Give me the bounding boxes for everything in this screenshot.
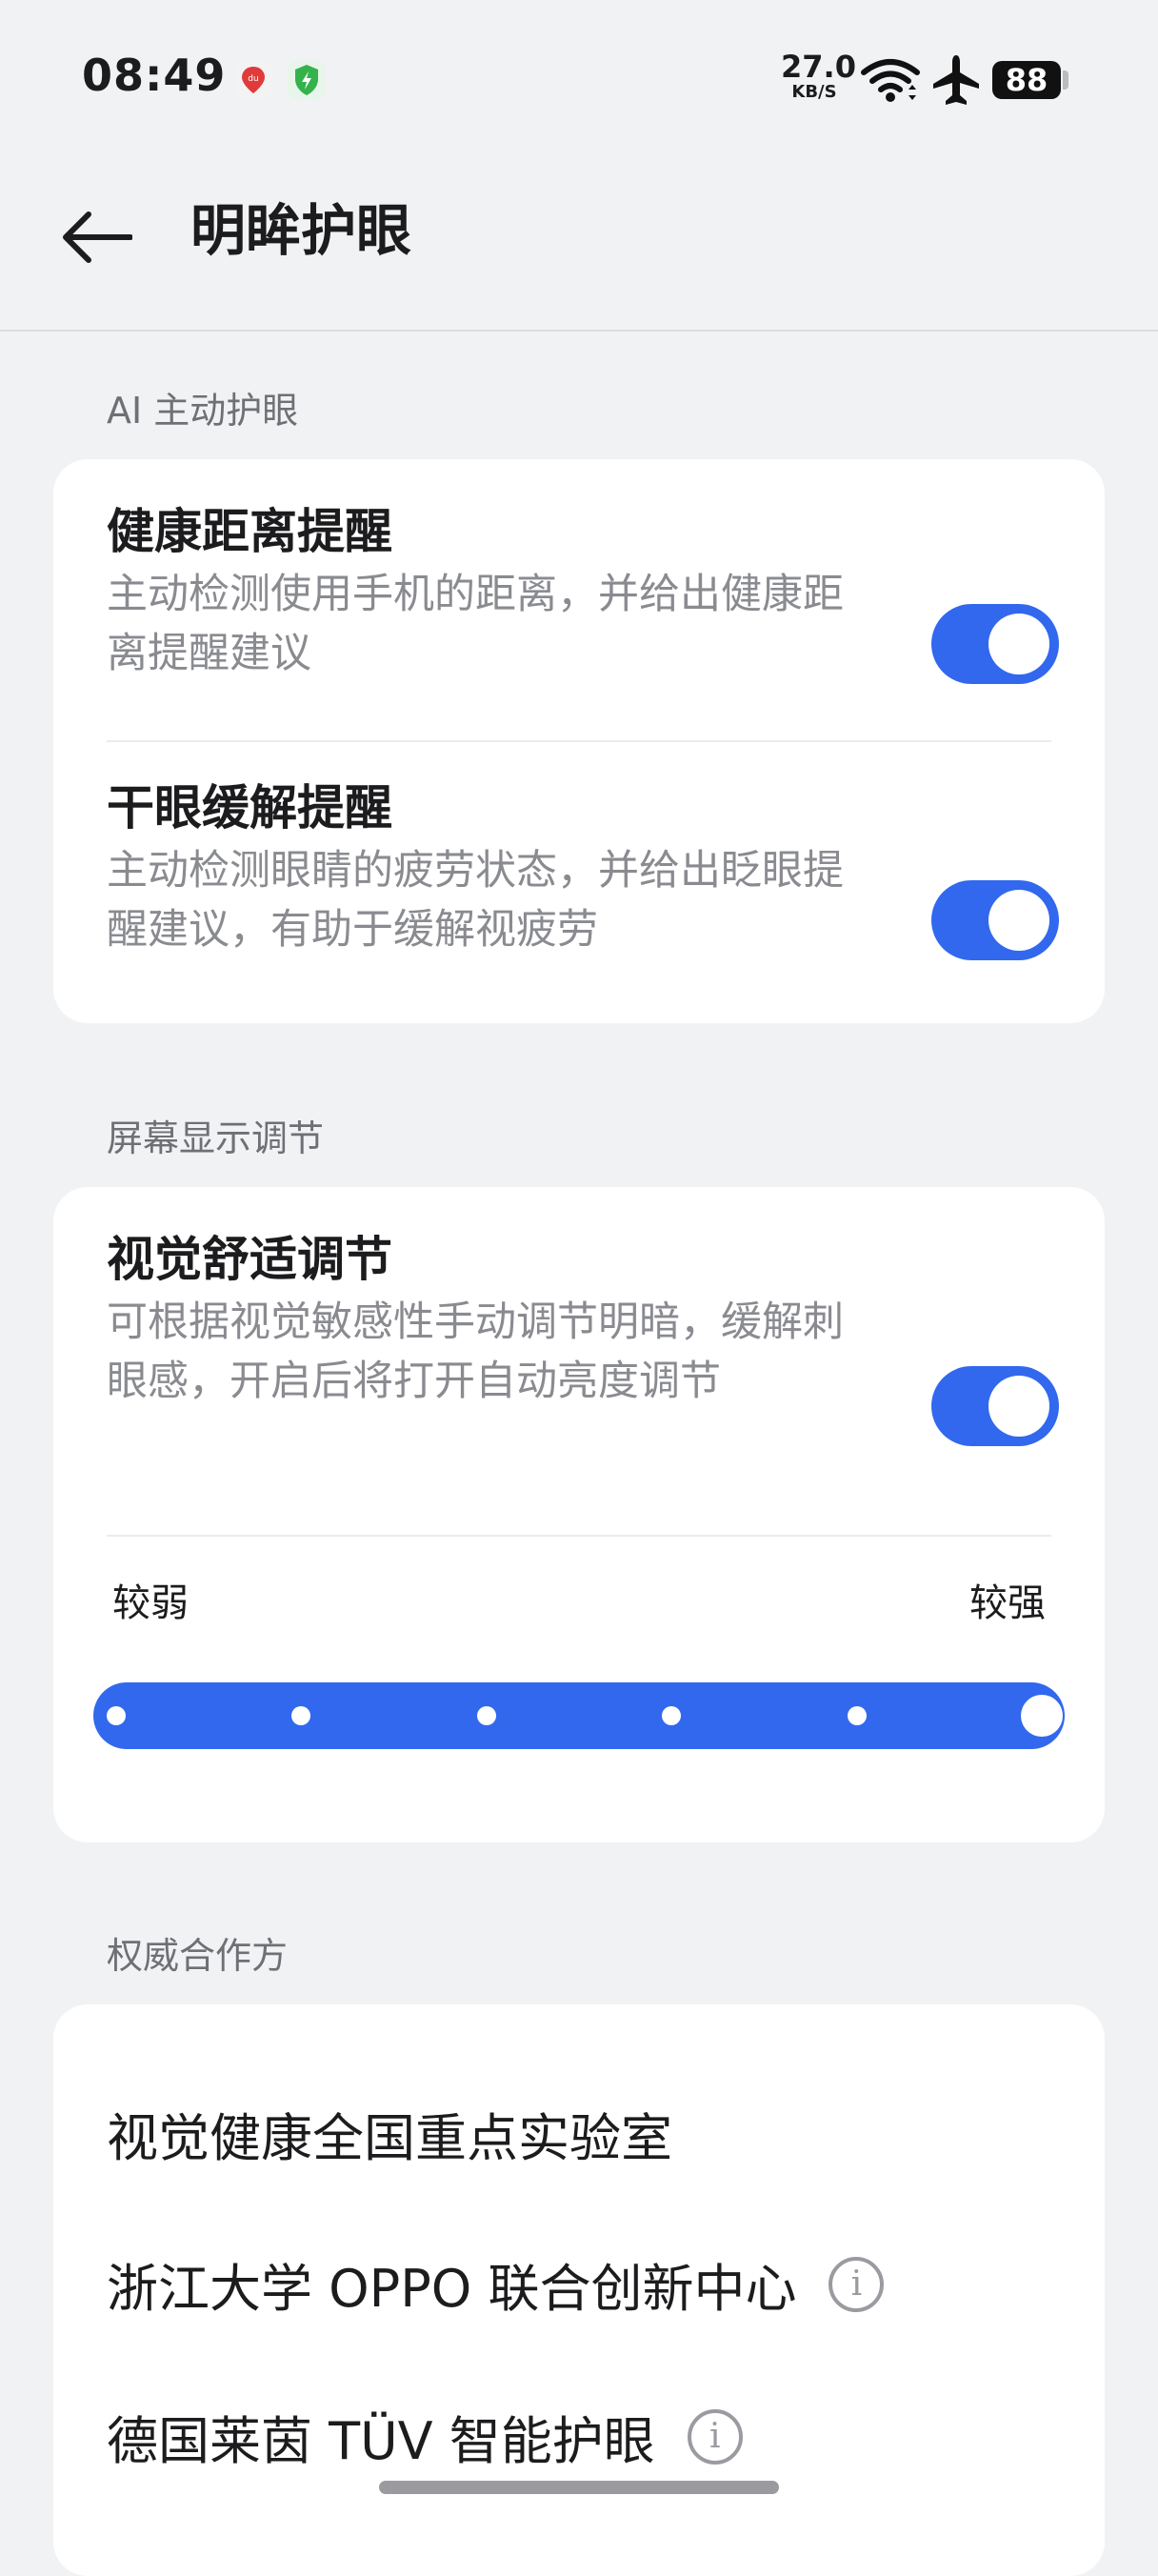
info-icon[interactable]: i bbox=[687, 2408, 743, 2465]
back-arrow-icon bbox=[63, 211, 132, 263]
slider-thumb[interactable] bbox=[1021, 1695, 1063, 1737]
display-adjust-card: 视觉舒适调节 可根据视觉敏感性手动调节明暗，缓解刺眼感，开启后将打开自动亮度调节… bbox=[53, 1187, 1105, 1842]
status-time: 08:49 bbox=[82, 50, 227, 101]
network-speed-unit: KB/S bbox=[791, 82, 837, 102]
network-speed-value: 27.0 bbox=[781, 49, 856, 85]
section-label-display: 屏幕显示调节 bbox=[107, 1117, 325, 1159]
distance-reminder-toggle[interactable] bbox=[931, 604, 1059, 684]
network-speed: 27.0 KB/S bbox=[781, 49, 856, 102]
airplane-icon bbox=[933, 55, 979, 105]
partner-item[interactable]: 浙江大学 OPPO 联合创新中心 i bbox=[107, 2246, 885, 2322]
slider-step-dot[interactable] bbox=[107, 1706, 126, 1725]
setting-row-distance-reminder[interactable]: 健康距离提醒 主动检测使用手机的距离，并给出健康距离提醒建议 bbox=[107, 501, 1059, 684]
info-icon[interactable]: i bbox=[829, 2256, 885, 2312]
slider-step-dot[interactable] bbox=[662, 1706, 682, 1725]
partner-name: 浙江大学 OPPO 联合创新中心 bbox=[107, 2259, 797, 2319]
battery-icon: 88 bbox=[992, 61, 1061, 99]
section-label-ai: AI 主动护眼 bbox=[107, 390, 299, 432]
divider bbox=[107, 740, 1051, 742]
dry-eye-reminder-toggle[interactable] bbox=[931, 880, 1059, 960]
setting-row-visual-comfort[interactable]: 视觉舒适调节 可根据视觉敏感性手动调节明暗，缓解刺眼感，开启后将打开自动亮度调节 bbox=[107, 1229, 1059, 1446]
divider bbox=[107, 1535, 1051, 1537]
visual-comfort-toggle[interactable] bbox=[931, 1366, 1059, 1446]
svg-text:du: du bbox=[248, 74, 258, 84]
setting-title: 干眼缓解提醒 bbox=[107, 780, 392, 835]
page-title: 明眸护眼 bbox=[190, 198, 412, 263]
wifi-icon bbox=[861, 59, 920, 102]
setting-description: 主动检测使用手机的距离，并给出健康距离提醒建议 bbox=[107, 571, 844, 678]
setting-row-dry-eye-reminder[interactable]: 干眼缓解提醒 主动检测眼睛的疲劳状态，并给出眨眼提醒建议，有助于缓解视疲劳 bbox=[107, 777, 1059, 960]
partner-name: 德国莱茵 TÜV 智能护眼 bbox=[107, 2411, 655, 2471]
ai-eyecare-card: 健康距离提醒 主动检测使用手机的距离，并给出健康距离提醒建议 干眼缓解提醒 主动… bbox=[53, 459, 1105, 1023]
slider-step-dot[interactable] bbox=[847, 1706, 867, 1725]
setting-title: 视觉舒适调节 bbox=[107, 1232, 392, 1287]
slider-min-label: 较弱 bbox=[112, 1581, 189, 1625]
back-button[interactable] bbox=[53, 194, 139, 280]
setting-description: 可根据视觉敏感性手动调节明暗，缓解刺眼感，开启后将打开自动亮度调节 bbox=[107, 1298, 844, 1406]
comfort-level-slider[interactable] bbox=[93, 1682, 1065, 1749]
partner-item[interactable]: 视觉健康全国重点实验室 bbox=[107, 2096, 672, 2171]
toggle-knob bbox=[988, 890, 1049, 951]
partner-name: 视觉健康全国重点实验室 bbox=[107, 2108, 672, 2168]
toggle-knob bbox=[988, 1376, 1049, 1437]
home-indicator[interactable] bbox=[379, 2481, 779, 2494]
toggle-knob bbox=[988, 614, 1049, 674]
setting-description: 主动检测眼睛的疲劳状态，并给出眨眼提醒建议，有助于缓解视疲劳 bbox=[107, 847, 844, 955]
baidu-maps-app-icon: du bbox=[234, 61, 272, 99]
status-bar: 08:49 du 27.0 KB/S 88 bbox=[0, 0, 1158, 152]
slider-step-dot[interactable] bbox=[291, 1706, 311, 1725]
partner-item[interactable]: 德国莱茵 TÜV 智能护眼 i bbox=[107, 2399, 743, 2474]
header: 明眸护眼 bbox=[0, 152, 1158, 332]
security-shield-icon bbox=[288, 61, 326, 99]
slider-max-label: 较强 bbox=[969, 1581, 1046, 1625]
section-label-partners: 权威合作方 bbox=[107, 1935, 289, 1977]
battery-tip bbox=[1063, 70, 1068, 90]
slider-step-dot[interactable] bbox=[476, 1706, 496, 1725]
setting-title: 健康距离提醒 bbox=[107, 504, 392, 559]
